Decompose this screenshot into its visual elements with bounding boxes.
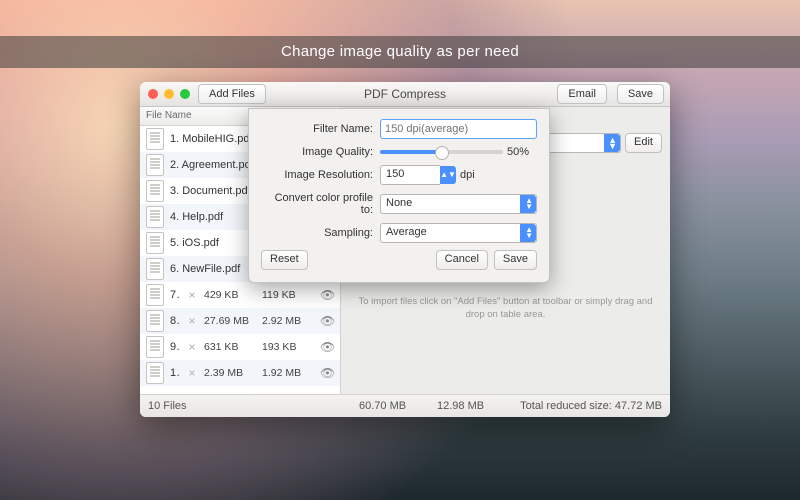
remove-icon[interactable]: ×: [186, 340, 198, 354]
image-quality-slider[interactable]: [380, 150, 503, 154]
preview-icon[interactable]: 👁: [320, 366, 334, 380]
sampling-select[interactable]: Average ▲▼: [380, 223, 537, 243]
preview-icon[interactable]: 👁: [320, 314, 334, 328]
table-row[interactable]: 9. test.pdf × 631 KB 193 KB 👁: [140, 334, 340, 360]
image-quality-label: Image Quality:: [261, 146, 380, 158]
chevron-down-icon: ▲▼: [608, 137, 617, 149]
color-profile-label: Convert color profile to:: [261, 192, 380, 216]
import-hint: To import files click on "Add Files" but…: [349, 295, 662, 321]
image-resolution-stepper[interactable]: 150 ▲▼: [380, 165, 456, 185]
edit-button[interactable]: Edit: [625, 133, 662, 153]
file-name: 8. 123-001.pdf: [170, 315, 180, 327]
orig-size: 429 KB: [204, 289, 256, 301]
filter-settings-sheet: Filter Name: Image Quality: 50% Image Re…: [248, 108, 550, 283]
color-profile-select[interactable]: None ▲▼: [380, 194, 537, 214]
preview-icon[interactable]: 👁: [320, 288, 334, 302]
filter-name-label: Filter Name:: [261, 123, 380, 135]
image-quality-value: 50%: [507, 146, 537, 158]
table-row[interactable]: 7. test invoce.pdf × 429 KB 119 KB 👁: [140, 282, 340, 308]
page-thumb-icon: [146, 180, 164, 202]
page-thumb-icon: [146, 336, 164, 358]
orig-size: 2.39 MB: [204, 367, 256, 379]
chevron-down-icon: ▲▼: [525, 198, 533, 210]
status-bar: 10 Files 60.70 MB 12.98 MB Total reduced…: [140, 394, 670, 417]
filter-name-input[interactable]: [380, 119, 537, 139]
file-name: 7. test invoce.pdf: [170, 289, 180, 301]
file-name: 9. test.pdf: [170, 341, 180, 353]
comp-size: 2.92 MB: [262, 315, 314, 327]
orig-size: 27.69 MB: [204, 315, 256, 327]
cancel-button[interactable]: Cancel: [436, 250, 488, 270]
orig-size: 631 KB: [204, 341, 256, 353]
total-compressed: 12.98 MB: [429, 400, 507, 412]
image-resolution-label: Image Resolution:: [261, 169, 380, 181]
stepper-icon[interactable]: ▲▼: [440, 166, 456, 184]
remove-icon[interactable]: ×: [186, 366, 198, 380]
sampling-label: Sampling:: [261, 227, 380, 239]
remove-icon[interactable]: ×: [186, 288, 198, 302]
comp-size: 119 KB: [262, 289, 314, 301]
page-thumb-icon: [146, 310, 164, 332]
total-reduced: Total reduced size: 47.72 MB: [512, 400, 670, 412]
comp-size: 1.92 MB: [262, 367, 314, 379]
table-row[interactable]: 8. 123-001.pdf × 27.69 MB 2.92 MB 👁: [140, 308, 340, 334]
page-thumb-icon: [146, 284, 164, 306]
file-name: 10. Untitled.pdf: [170, 367, 180, 379]
promo-banner: Change image quality as per need: [0, 36, 800, 68]
page-thumb-icon: [146, 362, 164, 384]
remove-icon[interactable]: ×: [186, 314, 198, 328]
preview-icon[interactable]: 👁: [320, 340, 334, 354]
sheet-save-button[interactable]: Save: [494, 250, 537, 270]
save-button[interactable]: Save: [617, 84, 664, 104]
table-row[interactable]: 10. Untitled.pdf × 2.39 MB 1.92 MB 👁: [140, 360, 340, 386]
titlebar: Add Files PDF Compress Email Save: [140, 82, 670, 107]
page-thumb-icon: [146, 232, 164, 254]
page-thumb-icon: [146, 128, 164, 150]
email-button[interactable]: Email: [557, 84, 607, 104]
reset-button[interactable]: Reset: [261, 250, 308, 270]
comp-size: 193 KB: [262, 341, 314, 353]
dpi-unit: dpi: [460, 169, 475, 181]
file-count: 10 Files: [140, 400, 351, 412]
chevron-down-icon: ▲▼: [525, 227, 533, 239]
total-original: 60.70 MB: [351, 400, 429, 412]
page-thumb-icon: [146, 206, 164, 228]
page-thumb-icon: [146, 258, 164, 280]
page-thumb-icon: [146, 154, 164, 176]
